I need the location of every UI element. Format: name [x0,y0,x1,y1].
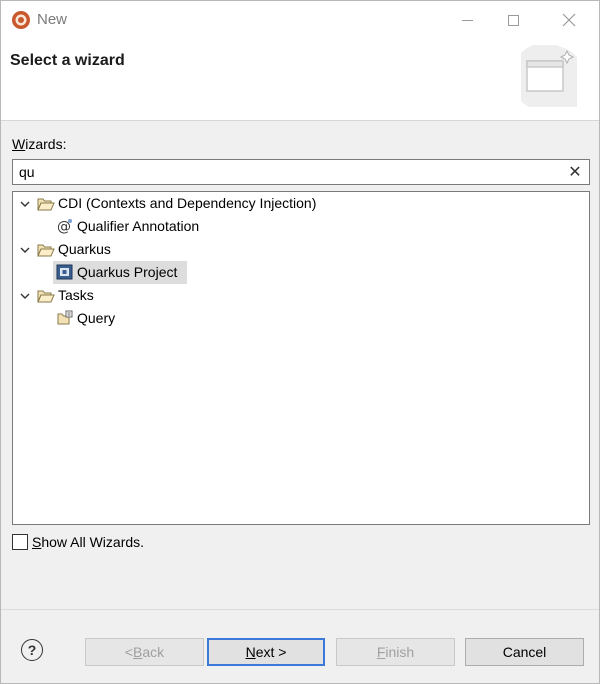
finish-button-mnemonic: F [376,644,386,660]
folder-open-icon [37,198,55,211]
show-all-mnemonic: S [32,534,42,550]
checkbox-box[interactable] [12,534,28,550]
folder-open-icon [37,290,55,303]
show-all-wizards-checkbox[interactable]: Show All Wizards. [12,533,144,551]
new-wizard-dialog: New Select a wizard Wizards: ✕ [0,0,600,684]
tree-category-quarkus[interactable]: Quarkus [13,238,589,261]
title-bar: New [1,1,599,39]
maximize-icon [507,14,519,26]
next-button[interactable]: Next > [207,638,325,666]
next-button-text: ext > [255,644,287,660]
wizard-banner-icon [521,45,577,107]
back-button-prefix: < [124,644,134,660]
tree-item-label: Quarkus Project [77,264,178,280]
show-all-text: how All Wizards. [41,534,145,550]
tree-item-query[interactable]: Query [13,307,589,330]
tree-item-label: Query [77,310,116,326]
folder-open-icon [37,244,55,257]
back-button[interactable]: < Back [85,638,204,666]
maximize-button[interactable] [490,1,536,39]
chevron-down-icon[interactable] [19,244,31,256]
query-icon [57,310,73,325]
wizards-label-mnemonic: W [12,136,26,152]
wizard-filter-input[interactable] [19,163,559,181]
annotation-icon: @ [57,219,72,234]
chevron-down-icon[interactable] [19,198,31,210]
tree-item-label: Qualifier Annotation [77,218,200,234]
quarkus-project-icon [56,264,73,280]
tree-item-quarkus-project[interactable]: Quarkus Project [13,261,589,284]
minimize-icon [461,19,473,21]
page-title: Select a wizard [10,52,125,69]
wizards-label: Wizards: [12,136,66,152]
eclipse-icon [12,11,30,29]
window-title: New [37,11,68,28]
wizards-label-text: izards: [25,136,67,152]
next-button-mnemonic: N [245,644,256,660]
back-button-text: ack [142,644,165,660]
tree-category-cdi[interactable]: CDI (Contexts and Dependency Injection) [13,192,589,215]
help-icon: ? [27,642,37,658]
help-button[interactable]: ? [21,639,43,661]
tree-item-qualifier-annotation[interactable]: @ Qualifier Annotation [13,215,589,238]
footer-divider [1,609,599,610]
clear-filter-icon[interactable]: ✕ [565,162,585,182]
finish-button[interactable]: Finish [336,638,455,666]
tree-item-label: Tasks [58,287,94,303]
chevron-down-icon[interactable] [19,290,31,302]
show-all-wizards-label: Show All Wizards. [32,534,144,550]
tree-item-label: Quarkus [58,241,111,257]
minimize-button[interactable] [444,1,490,39]
tree-category-tasks[interactable]: Tasks [13,284,589,307]
wizard-filter: ✕ [12,159,590,185]
cancel-button-label: Cancel [502,644,547,660]
cancel-button[interactable]: Cancel [465,638,584,666]
finish-button-text: inish [385,644,415,660]
close-button[interactable] [546,1,592,39]
wizard-banner: Select a wizard [1,39,599,121]
tree-item-label: CDI (Contexts and Dependency Injection) [58,195,317,211]
close-icon [562,13,576,27]
wizard-tree[interactable]: CDI (Contexts and Dependency Injection) … [12,191,590,525]
back-button-mnemonic: B [133,644,143,660]
